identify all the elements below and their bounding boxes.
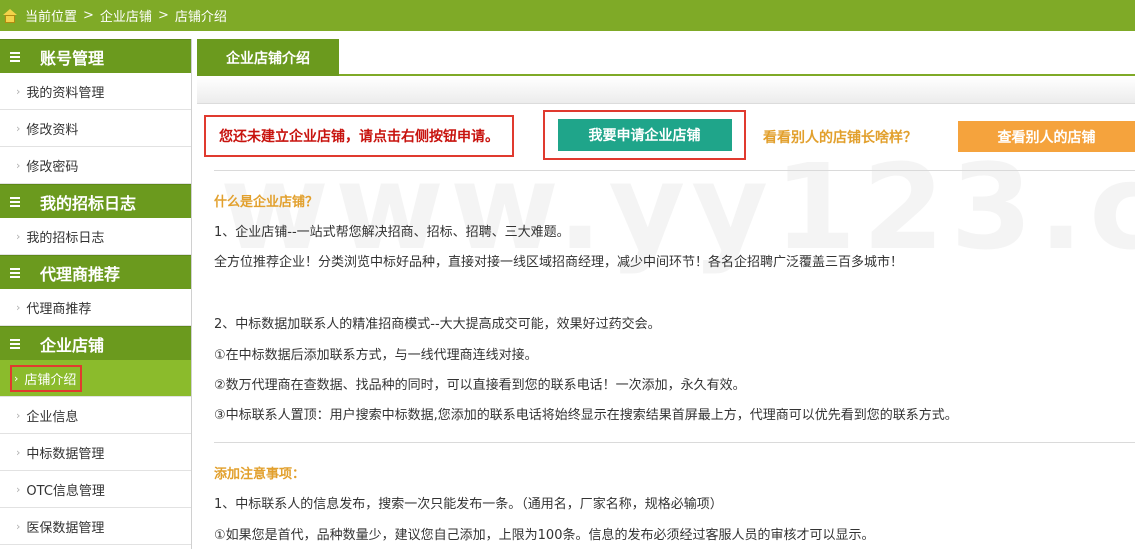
- sidebar-section-account: 账号管理: [0, 39, 191, 73]
- sidebar-item-label: 店铺介绍: [24, 372, 77, 388]
- menu-icon: [10, 267, 20, 278]
- sidebar-item-company-info[interactable]: › 企业信息: [0, 397, 191, 434]
- paragraph-line: 1、企业店铺--一站式帮您解决招商、招标、招聘、三大难题。: [214, 225, 570, 240]
- chevron-right-icon: ›: [16, 121, 21, 135]
- tab-bar: 企业店铺介绍: [197, 39, 1135, 76]
- active-highlight: › 店铺介绍: [10, 364, 83, 392]
- paragraph-line: ①如果您是首代，品种数量少，建议您自己添加，上限为100条。信息的发布必须经过客…: [214, 528, 875, 543]
- paragraph-line: ①在中标数据后添加联系方式，与一线代理商连线对接。: [214, 348, 538, 363]
- sidebar-item-profile-manage[interactable]: › 我的资料管理: [0, 73, 191, 110]
- section-heading: 什么是企业店铺？: [214, 195, 319, 210]
- chevron-right-icon: ›: [16, 84, 21, 98]
- section-heading: 添加注意事项：: [214, 467, 306, 482]
- chevron-right-icon: ›: [16, 519, 21, 533]
- sidebar-item-otc-info[interactable]: › OTC信息管理: [0, 471, 191, 508]
- sidebar-item-label: OTC信息管理: [26, 483, 105, 499]
- chevron-right-icon: ›: [16, 158, 21, 172]
- divider: [214, 442, 1135, 443]
- paragraph-line: ②数万代理商在查数据、找品种的同时，可以直接看到您的联系电话！一次添加，永久有效…: [214, 378, 746, 393]
- breadcrumb-separator: >: [157, 8, 169, 23]
- breadcrumb-level1[interactable]: 企业店铺: [100, 6, 152, 25]
- breadcrumb: 当前位置 > 企业店铺 > 店铺介绍: [25, 6, 227, 25]
- sidebar-item-label: 我的资料管理: [26, 85, 105, 101]
- view-others-shop-button[interactable]: 查看别人的店铺: [958, 121, 1135, 152]
- sidebar-item-label: 企业信息: [26, 409, 79, 425]
- sidebar-section-title: 账号管理: [40, 48, 105, 68]
- chevron-right-icon: ›: [16, 408, 21, 422]
- apply-highlight: 我要申请企业店铺: [543, 110, 746, 160]
- sidebar-item-label: 修改资料: [26, 122, 79, 138]
- paragraph-line: 1、中标联系人的信息发布，搜索一次只能发布一条。（通用名，厂家名称，规格必输项）: [214, 497, 723, 512]
- look-others-text: 看看别人的店铺长啥样？: [763, 130, 917, 146]
- sidebar-item-bid-data[interactable]: › 中标数据管理: [0, 434, 191, 471]
- paragraph-line: 2、中标数据加联系人的精准招商模式--大大提高成交可能，效果好过药交会。: [214, 317, 661, 332]
- breadcrumb-level2: 店铺介绍: [174, 10, 227, 25]
- breadcrumb-current-label: 当前位置: [25, 10, 78, 25]
- chevron-right-icon: ›: [16, 300, 21, 314]
- divider: [214, 170, 1135, 171]
- menu-icon: [10, 51, 20, 62]
- sidebar-item-bid-log[interactable]: › 我的招标日志: [0, 218, 191, 255]
- sidebar-item-label: 我的招标日志: [26, 230, 105, 246]
- notice-message: 您还未建立企业店铺，请点击右侧按钮申请。: [204, 115, 514, 157]
- sidebar: 账号管理 › 我的资料管理 › 修改资料 › 修改密码 我的招标日志 › 我的招…: [0, 39, 192, 549]
- sidebar-item-label: 修改密码: [26, 159, 79, 175]
- paragraph-line: 全方位推荐企业！分类浏览中标好品种，直接对接一线区域招商经理，减少中间环节！各名…: [214, 255, 904, 270]
- sidebar-item-change-password[interactable]: › 修改密码: [0, 147, 191, 184]
- chevron-right-icon: ›: [16, 229, 21, 243]
- paragraph-line: ③中标联系人置顶：用户搜索中标数据,您添加的联系电话将始终显示在搜索结果首屏最上…: [214, 408, 958, 423]
- sidebar-section-title: 代理商推荐: [40, 264, 121, 284]
- sidebar-item-agent-recommend[interactable]: › 代理商推荐: [0, 289, 191, 326]
- sidebar-item-label: 医保数据管理: [26, 520, 105, 536]
- breadcrumb-bar: 当前位置 > 企业店铺 > 店铺介绍: [0, 0, 1135, 31]
- sidebar-item-label: 代理商推荐: [26, 301, 92, 317]
- chevron-right-icon: ›: [14, 371, 19, 385]
- tab-shop-intro[interactable]: 企业店铺介绍: [197, 39, 339, 76]
- sidebar-section-shop: 企业店铺: [0, 326, 191, 360]
- sidebar-section-bid-log: 我的招标日志: [0, 184, 191, 218]
- chevron-right-icon: ›: [16, 482, 21, 496]
- breadcrumb-separator: >: [83, 8, 94, 23]
- sidebar-item-edit-profile[interactable]: › 修改资料: [0, 110, 191, 147]
- sidebar-item-label: 中标数据管理: [26, 446, 105, 462]
- toolbar-band: [197, 77, 1135, 104]
- apply-shop-button[interactable]: 我要申请企业店铺: [557, 119, 732, 151]
- sidebar-section-agent: 代理商推荐: [0, 255, 191, 289]
- menu-icon: [10, 338, 20, 349]
- sidebar-section-title: 我的招标日志: [40, 193, 137, 213]
- sidebar-section-title: 企业店铺: [40, 335, 105, 355]
- home-icon[interactable]: [3, 8, 17, 23]
- sidebar-item-shop-intro[interactable]: › 店铺介绍: [0, 360, 191, 397]
- sidebar-item-insurance-data[interactable]: › 医保数据管理: [0, 508, 191, 545]
- menu-icon: [10, 196, 20, 207]
- chevron-right-icon: ›: [16, 445, 21, 459]
